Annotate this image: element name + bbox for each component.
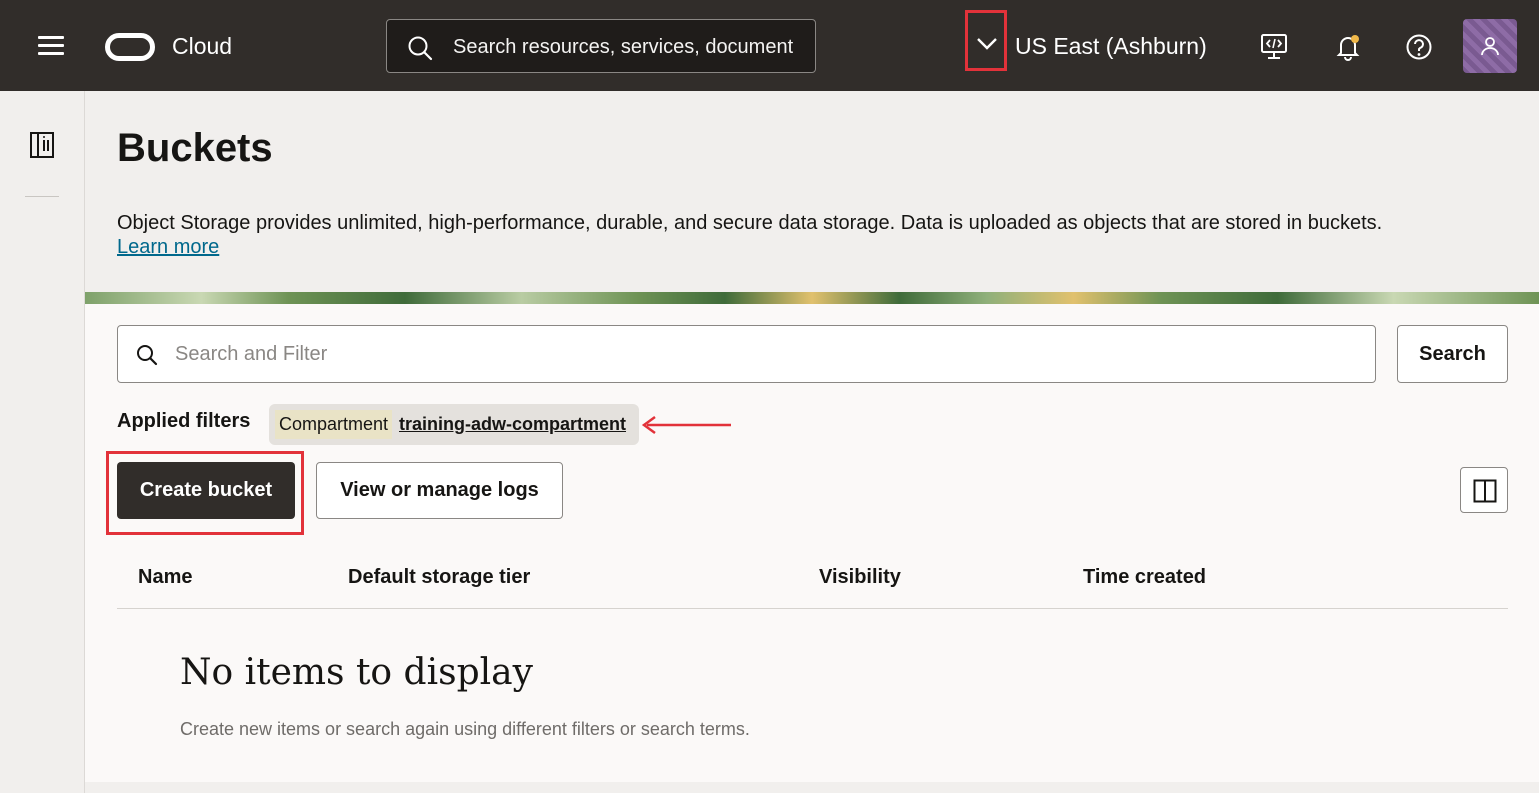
annotation-arrow-icon	[641, 415, 731, 435]
compartment-filter-chip[interactable]: Compartment training-adw-compartment	[269, 404, 639, 445]
region-dropdown-button[interactable]	[965, 10, 1007, 71]
page-description: Object Storage provides unlimited, high-…	[117, 212, 1383, 234]
applied-filters-label: Applied filters	[117, 410, 251, 432]
search-button[interactable]: Search	[1397, 325, 1508, 383]
column-header-storage-tier[interactable]: Default storage tier	[348, 566, 530, 589]
user-icon	[1481, 37, 1499, 56]
column-header-time-created[interactable]: Time created	[1083, 566, 1206, 589]
brand-name[interactable]: Cloud	[172, 33, 232, 60]
create-bucket-button[interactable]: Create bucket	[117, 462, 295, 519]
top-navigation-bar: Cloud US East (Ashburn)	[0, 0, 1539, 91]
oracle-logo[interactable]	[105, 33, 155, 61]
empty-state-subtitle: Create new items or search again using d…	[180, 719, 750, 739]
side-panel-icon[interactable]	[29, 131, 55, 159]
bell-icon[interactable]	[1334, 33, 1362, 61]
global-search-input[interactable]	[453, 32, 793, 62]
manage-columns-button[interactable]	[1460, 467, 1508, 513]
code-editor-icon[interactable]	[1260, 33, 1288, 61]
decorative-banner	[85, 292, 1539, 304]
chip-key: Compartment	[275, 410, 393, 439]
menu-icon[interactable]	[34, 34, 68, 58]
chip-value[interactable]: training-adw-compartment	[399, 414, 626, 435]
column-header-visibility[interactable]: Visibility	[819, 566, 901, 589]
columns-icon	[1473, 479, 1497, 503]
user-avatar[interactable]	[1463, 19, 1517, 73]
empty-state-title: No items to display	[180, 652, 533, 693]
help-icon[interactable]	[1405, 33, 1433, 61]
global-search[interactable]	[386, 19, 816, 73]
table-header-divider	[117, 608, 1508, 609]
page-title: Buckets	[117, 126, 273, 170]
search-icon	[137, 345, 158, 366]
chevron-down-icon	[977, 38, 997, 50]
search-and-filter[interactable]	[117, 325, 1376, 383]
left-rail	[0, 91, 85, 793]
learn-more-link[interactable]: Learn more	[117, 236, 219, 259]
region-label[interactable]: US East (Ashburn)	[1015, 33, 1207, 60]
search-icon	[408, 36, 433, 61]
column-header-name[interactable]: Name	[138, 566, 192, 589]
view-logs-button[interactable]: View or manage logs	[316, 462, 563, 519]
search-filter-input[interactable]	[175, 339, 1355, 369]
rail-divider	[25, 196, 59, 197]
